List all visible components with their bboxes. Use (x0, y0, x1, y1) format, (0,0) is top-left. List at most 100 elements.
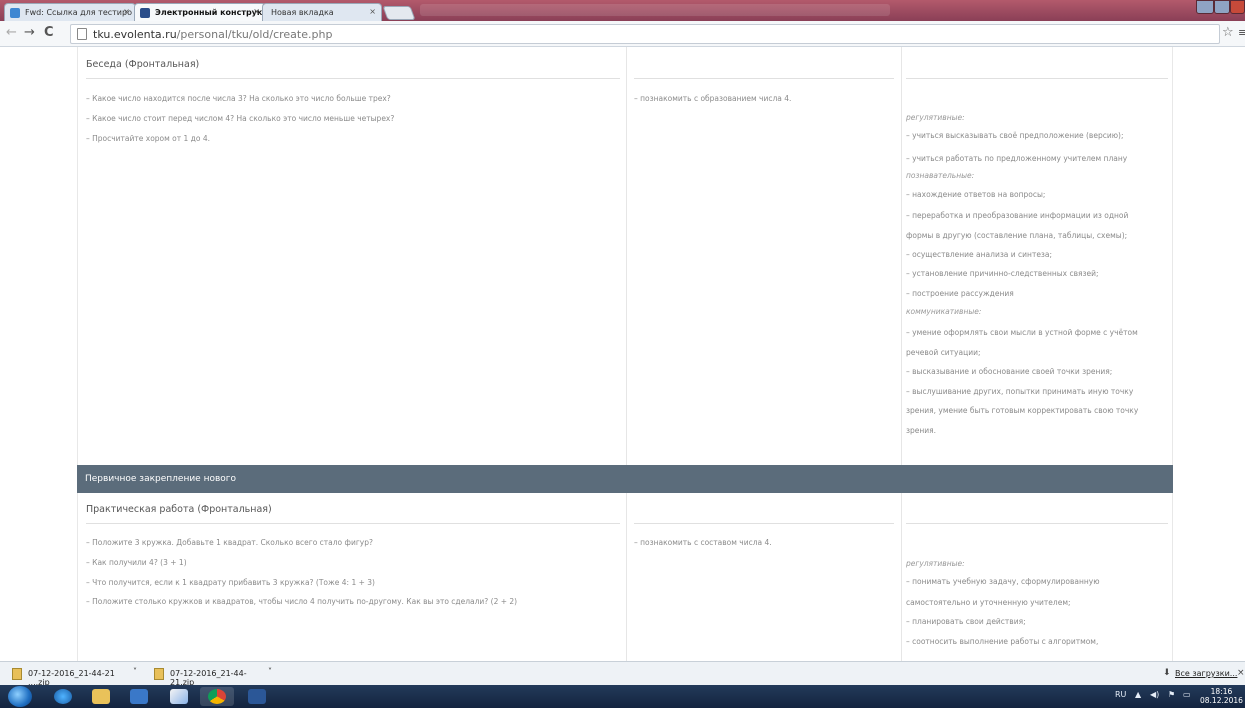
maximize-button[interactable] (1214, 0, 1230, 14)
tab-constructor[interactable]: Электронный конструкто × (134, 3, 266, 21)
page-content: Беседа (Фронтальная) – Какое число наход… (0, 47, 1245, 661)
activity-line: – Положите 3 кружка. Добавьте 1 квадрат.… (86, 538, 373, 547)
back-arrow-icon[interactable]: ← (6, 25, 17, 40)
bookmark-star-icon[interactable]: ☆ (1222, 25, 1234, 40)
reload-icon[interactable]: C (44, 25, 54, 40)
clock-date: 08.12.2016 (1200, 696, 1243, 705)
folder-icon (92, 689, 110, 704)
column-divider (626, 47, 627, 465)
zip-file-icon (154, 668, 164, 680)
window-close-button[interactable] (1230, 0, 1245, 14)
all-downloads-link[interactable]: Все загрузки... (1175, 669, 1237, 678)
taskbar-explorer[interactable] (84, 687, 118, 706)
title-underline (634, 78, 894, 79)
stage-title: Первичное закрепление нового (85, 474, 237, 484)
activity-line: – Какое число находится после числа 3? Н… (86, 94, 391, 103)
download-options-button[interactable]: ˅ (268, 665, 272, 683)
address-bar[interactable]: tku.evolenta.ru/personal/tku/old/create.… (70, 24, 1220, 44)
goal-line: – познакомить с образованием числа 4. (634, 94, 792, 103)
uud-line: – высказывание и обоснование своей точки… (906, 367, 1113, 376)
tab-new[interactable]: Новая вкладка × (262, 3, 382, 21)
taskbar-ie[interactable] (46, 687, 80, 706)
activity-line: – Положите столько кружков и квадратов, … (86, 597, 518, 606)
minimize-button[interactable] (1196, 0, 1214, 14)
uud-line: – планировать свои действия; (906, 617, 1026, 626)
uud-category: регулятивные: (906, 559, 965, 568)
goal-line: – познакомить с составом числа 4. (634, 538, 772, 547)
tab-label: Новая вкладка (271, 8, 334, 17)
url-host: tku.evolenta.ru (93, 28, 177, 41)
activity-line: – Какое число стоит перед числом 4? На с… (86, 114, 395, 123)
uud-line: – установление причинно-следственных свя… (906, 269, 1099, 278)
title-underline (906, 78, 1168, 79)
media-player-icon (130, 689, 148, 704)
close-download-bar-icon[interactable]: × (1237, 668, 1245, 678)
taskbar-paint[interactable] (162, 687, 196, 706)
building-icon (140, 8, 150, 18)
menu-icon[interactable]: ≡ (1238, 26, 1245, 39)
uud-line: речевой ситуации; (906, 348, 981, 357)
stage-header: Первичное закрепление нового (77, 465, 1173, 493)
new-tab-button[interactable] (382, 6, 416, 20)
section-title: Беседа (Фронтальная) (86, 59, 200, 70)
uud-line: зрения, умение быть готовым корректирова… (906, 406, 1139, 415)
uud-line: зрения. (906, 426, 937, 435)
show-hidden-icons-icon[interactable]: ▲ (1135, 690, 1141, 699)
uud-line: – переработка и преобразование информаци… (906, 211, 1129, 220)
tab-label: Fwd: Ссылка для тестиро (25, 8, 132, 17)
tab-label: Электронный конструкто (155, 8, 266, 17)
action-center-flag-icon[interactable]: ⚑ (1168, 690, 1175, 699)
browser-toolbar: ← → C tku.evolenta.ru/personal/tku/old/c… (0, 21, 1245, 47)
uud-category: регулятивные: (906, 113, 965, 122)
taskbar-word[interactable] (240, 687, 274, 706)
uud-line: – учиться работать по предложенному учит… (906, 154, 1128, 163)
activity-line: – Что получится, если к 1 квадрату приба… (86, 578, 375, 587)
network-icon[interactable]: ▭ (1183, 690, 1191, 699)
tab-close-icon[interactable]: × (123, 7, 130, 16)
download-bar: 07-12-2016_21-44-21 ....zip ˅ 07-12-2016… (0, 661, 1245, 687)
tab-fwd-link[interactable]: Fwd: Ссылка для тестиро × (4, 3, 136, 21)
taskbar-media[interactable] (122, 687, 156, 706)
mail-icon (10, 8, 20, 18)
tab-strip-blurred-area (420, 4, 890, 16)
uud-line: – соотносить выполнение работы с алгорит… (906, 637, 1099, 646)
uud-category: познавательные: (906, 171, 975, 180)
title-underline (906, 523, 1168, 524)
language-indicator[interactable]: RU (1115, 690, 1126, 699)
activity-line: – Просчитайте хором от 1 до 4. (86, 134, 210, 143)
section-title: Практическая работа (Фронтальная) (86, 504, 272, 515)
clock-time: 18:16 (1210, 687, 1233, 696)
uud-line: – учиться высказывать своё предположение… (906, 131, 1124, 140)
browser-tab-strip: Fwd: Ссылка для тестиро × Электронный ко… (0, 0, 1245, 21)
url-path: /personal/tku/old/create.php (176, 28, 333, 41)
download-arrow-icon: ⬇ (1163, 668, 1171, 678)
uud-category: коммуникативные: (906, 307, 982, 316)
column-divider (626, 493, 627, 661)
windows-taskbar: RU ▲ ◀) ⚑ ▭ 18:16 08.12.2016 (0, 685, 1245, 708)
word-icon (248, 689, 266, 704)
start-button[interactable] (8, 686, 32, 707)
uud-line: формы в другую (составление плана, табли… (906, 231, 1128, 240)
uud-line: – понимать учебную задачу, сформулирован… (906, 577, 1100, 586)
title-underline (86, 78, 620, 79)
column-divider (901, 493, 902, 661)
activity-line: – Как получили 4? (3 + 1) (86, 558, 187, 567)
download-options-button[interactable]: ˅ (133, 665, 137, 683)
forward-arrow-icon[interactable]: → (24, 25, 35, 40)
tab-close-icon[interactable]: × (253, 7, 260, 16)
uud-line: – нахождение ответов на вопросы; (906, 190, 1046, 199)
uud-line: – умение оформлять свои мысли в устной ф… (906, 328, 1138, 337)
ie-icon (54, 689, 72, 704)
uud-line: – осуществление анализа и синтеза; (906, 250, 1053, 259)
download-item[interactable]: 07-12-2016_21-44-21.zip (148, 665, 260, 687)
system-clock[interactable]: 18:16 08.12.2016 (1200, 687, 1243, 705)
taskbar-chrome[interactable] (200, 687, 234, 706)
chrome-icon (208, 689, 226, 704)
tab-close-icon[interactable]: × (369, 7, 376, 16)
volume-icon[interactable]: ◀) (1150, 690, 1159, 699)
uud-line: самостоятельно и уточненную учителем; (906, 598, 1071, 607)
page-icon (77, 28, 87, 40)
download-item[interactable]: 07-12-2016_21-44-21 ....zip (6, 665, 126, 687)
title-underline (634, 523, 894, 524)
paint-icon (170, 689, 188, 704)
